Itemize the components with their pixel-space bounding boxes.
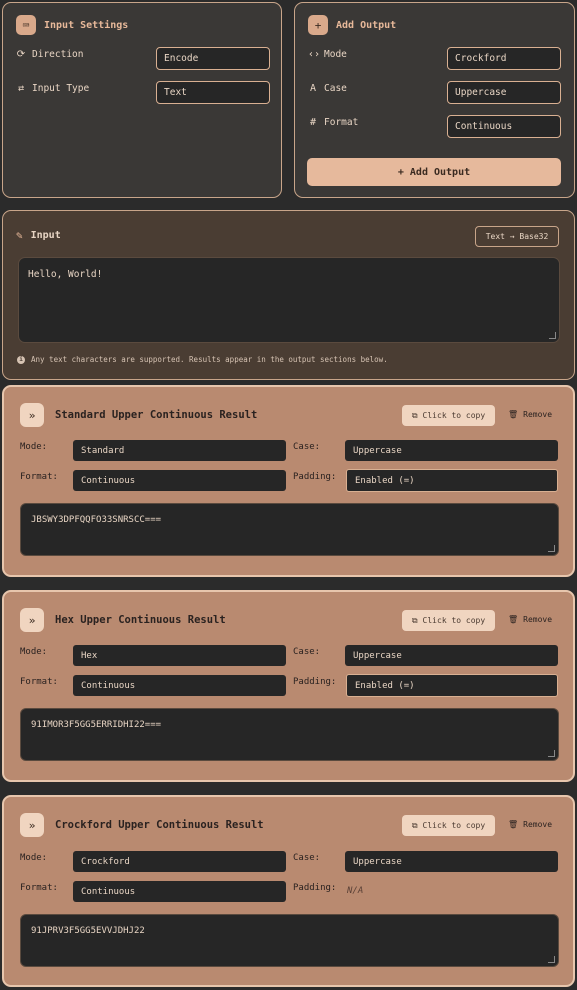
input-textarea[interactable]: Hello, World!	[18, 257, 560, 343]
letter-case-icon: A	[309, 83, 317, 94]
chevrons-down-icon[interactable]: »	[20, 608, 44, 632]
padding-label: Padding:	[293, 883, 337, 893]
remove-button[interactable]: 🗑 Remove	[508, 615, 552, 624]
case-label: Case:	[293, 647, 321, 657]
result-title: Crockford Upper Continuous Result	[55, 819, 264, 831]
mode-label: Mode:	[20, 647, 48, 657]
result-output[interactable]: 91JPRV3F5GG5EVVJDHJ22	[20, 914, 559, 967]
plus-icon: +	[308, 15, 328, 35]
refresh-icon: ⟳	[16, 49, 26, 60]
mode-label: ‹› Mode	[308, 49, 347, 60]
mode-select[interactable]: Crockford	[447, 47, 561, 70]
copy-icon: ⧉	[411, 615, 418, 625]
case-field: Uppercase	[345, 645, 558, 666]
copy-button[interactable]: ⧉ Click to copy	[402, 815, 495, 836]
mode-field: Hex	[73, 645, 286, 666]
trash-icon: 🗑	[508, 410, 519, 419]
input-title: Input	[30, 230, 61, 241]
remove-button[interactable]: 🗑 Remove	[508, 820, 552, 829]
input-settings-title: Input Settings	[44, 19, 129, 31]
case-label: Case:	[293, 853, 321, 863]
chevrons-down-icon[interactable]: »	[20, 403, 44, 427]
plus-icon: +	[397, 166, 404, 178]
trash-icon: 🗑	[508, 615, 519, 624]
format-label: # Format	[309, 117, 359, 128]
conversion-badge: Text → Base32	[475, 226, 559, 247]
format-label: Format:	[20, 472, 58, 482]
result-output[interactable]: 91IMOR3F5GG5ERRIDHI22===	[20, 708, 559, 761]
result-output[interactable]: JBSWY3DPFQQFO33SNRSCC===	[20, 503, 559, 556]
edit-icon: ✎	[16, 229, 23, 242]
padding-select[interactable]: Enabled (=)	[346, 674, 558, 697]
result-card: » Hex Upper Continuous Result ⧉ Click to …	[2, 590, 575, 782]
case-label: Case:	[293, 442, 321, 452]
add-output-title: Add Output	[336, 19, 397, 31]
add-output-button[interactable]: + Add Output	[307, 158, 561, 186]
keyboard-icon: ⌨	[16, 15, 36, 35]
input-panel: ✎ Input Text → Base32 Hello, World! i An…	[2, 210, 575, 380]
resize-handle[interactable]	[548, 956, 555, 963]
copy-icon: ⧉	[411, 820, 418, 830]
padding-label: Padding:	[293, 472, 337, 482]
trash-icon: 🗑	[508, 820, 519, 829]
copy-button[interactable]: ⧉ Click to copy	[402, 405, 495, 426]
format-field: Continuous	[73, 881, 286, 902]
mode-field: Standard	[73, 440, 286, 461]
mode-label: Mode:	[20, 853, 48, 863]
case-field: Uppercase	[345, 851, 558, 872]
result-card: » Standard Upper Continuous Result ⧉ Clic…	[2, 385, 575, 577]
resize-handle[interactable]	[548, 750, 555, 757]
resize-handle[interactable]	[549, 332, 556, 339]
format-label: Format:	[20, 883, 58, 893]
add-output-panel: + Add Output ‹› Mode Crockford A Case Uppe…	[294, 2, 575, 198]
result-title: Standard Upper Continuous Result	[55, 409, 258, 421]
case-label: A Case	[309, 83, 347, 94]
mode-field: Crockford	[73, 851, 286, 872]
format-select[interactable]: Continuous	[447, 115, 561, 138]
format-label: Format:	[20, 677, 58, 687]
input-type-select[interactable]: Text	[156, 81, 270, 104]
swap-icon: ⇄	[17, 83, 25, 94]
hash-icon: #	[309, 117, 317, 128]
info-icon: i	[17, 355, 25, 364]
resize-handle[interactable]	[548, 545, 555, 552]
case-select[interactable]: Uppercase	[447, 81, 561, 104]
copy-button[interactable]: ⧉ Click to copy	[402, 610, 495, 631]
format-field: Continuous	[73, 470, 286, 491]
result-card: » Crockford Upper Continuous Result ⧉ Cli…	[2, 795, 575, 987]
mode-label: Mode:	[20, 442, 48, 452]
code-icon: ‹›	[308, 49, 321, 60]
chevrons-down-icon[interactable]: »	[20, 813, 44, 837]
copy-icon: ⧉	[411, 410, 418, 420]
case-field: Uppercase	[345, 440, 558, 461]
input-type-label: ⇄ Input Type	[17, 83, 90, 94]
padding-select[interactable]: Enabled (=)	[346, 469, 558, 492]
remove-button[interactable]: 🗑 Remove	[508, 410, 552, 419]
input-hint: i Any text characters are supported. Res…	[17, 355, 388, 364]
input-settings-panel: ⌨ Input Settings ⟳ Direction Encode ⇄ Inpu…	[2, 2, 282, 198]
direction-select[interactable]: Encode	[156, 47, 270, 70]
padding-value: N/A	[347, 886, 364, 896]
format-field: Continuous	[73, 675, 286, 696]
direction-label: ⟳ Direction	[16, 49, 84, 60]
padding-label: Padding:	[293, 677, 337, 687]
result-title: Hex Upper Continuous Result	[55, 614, 226, 626]
